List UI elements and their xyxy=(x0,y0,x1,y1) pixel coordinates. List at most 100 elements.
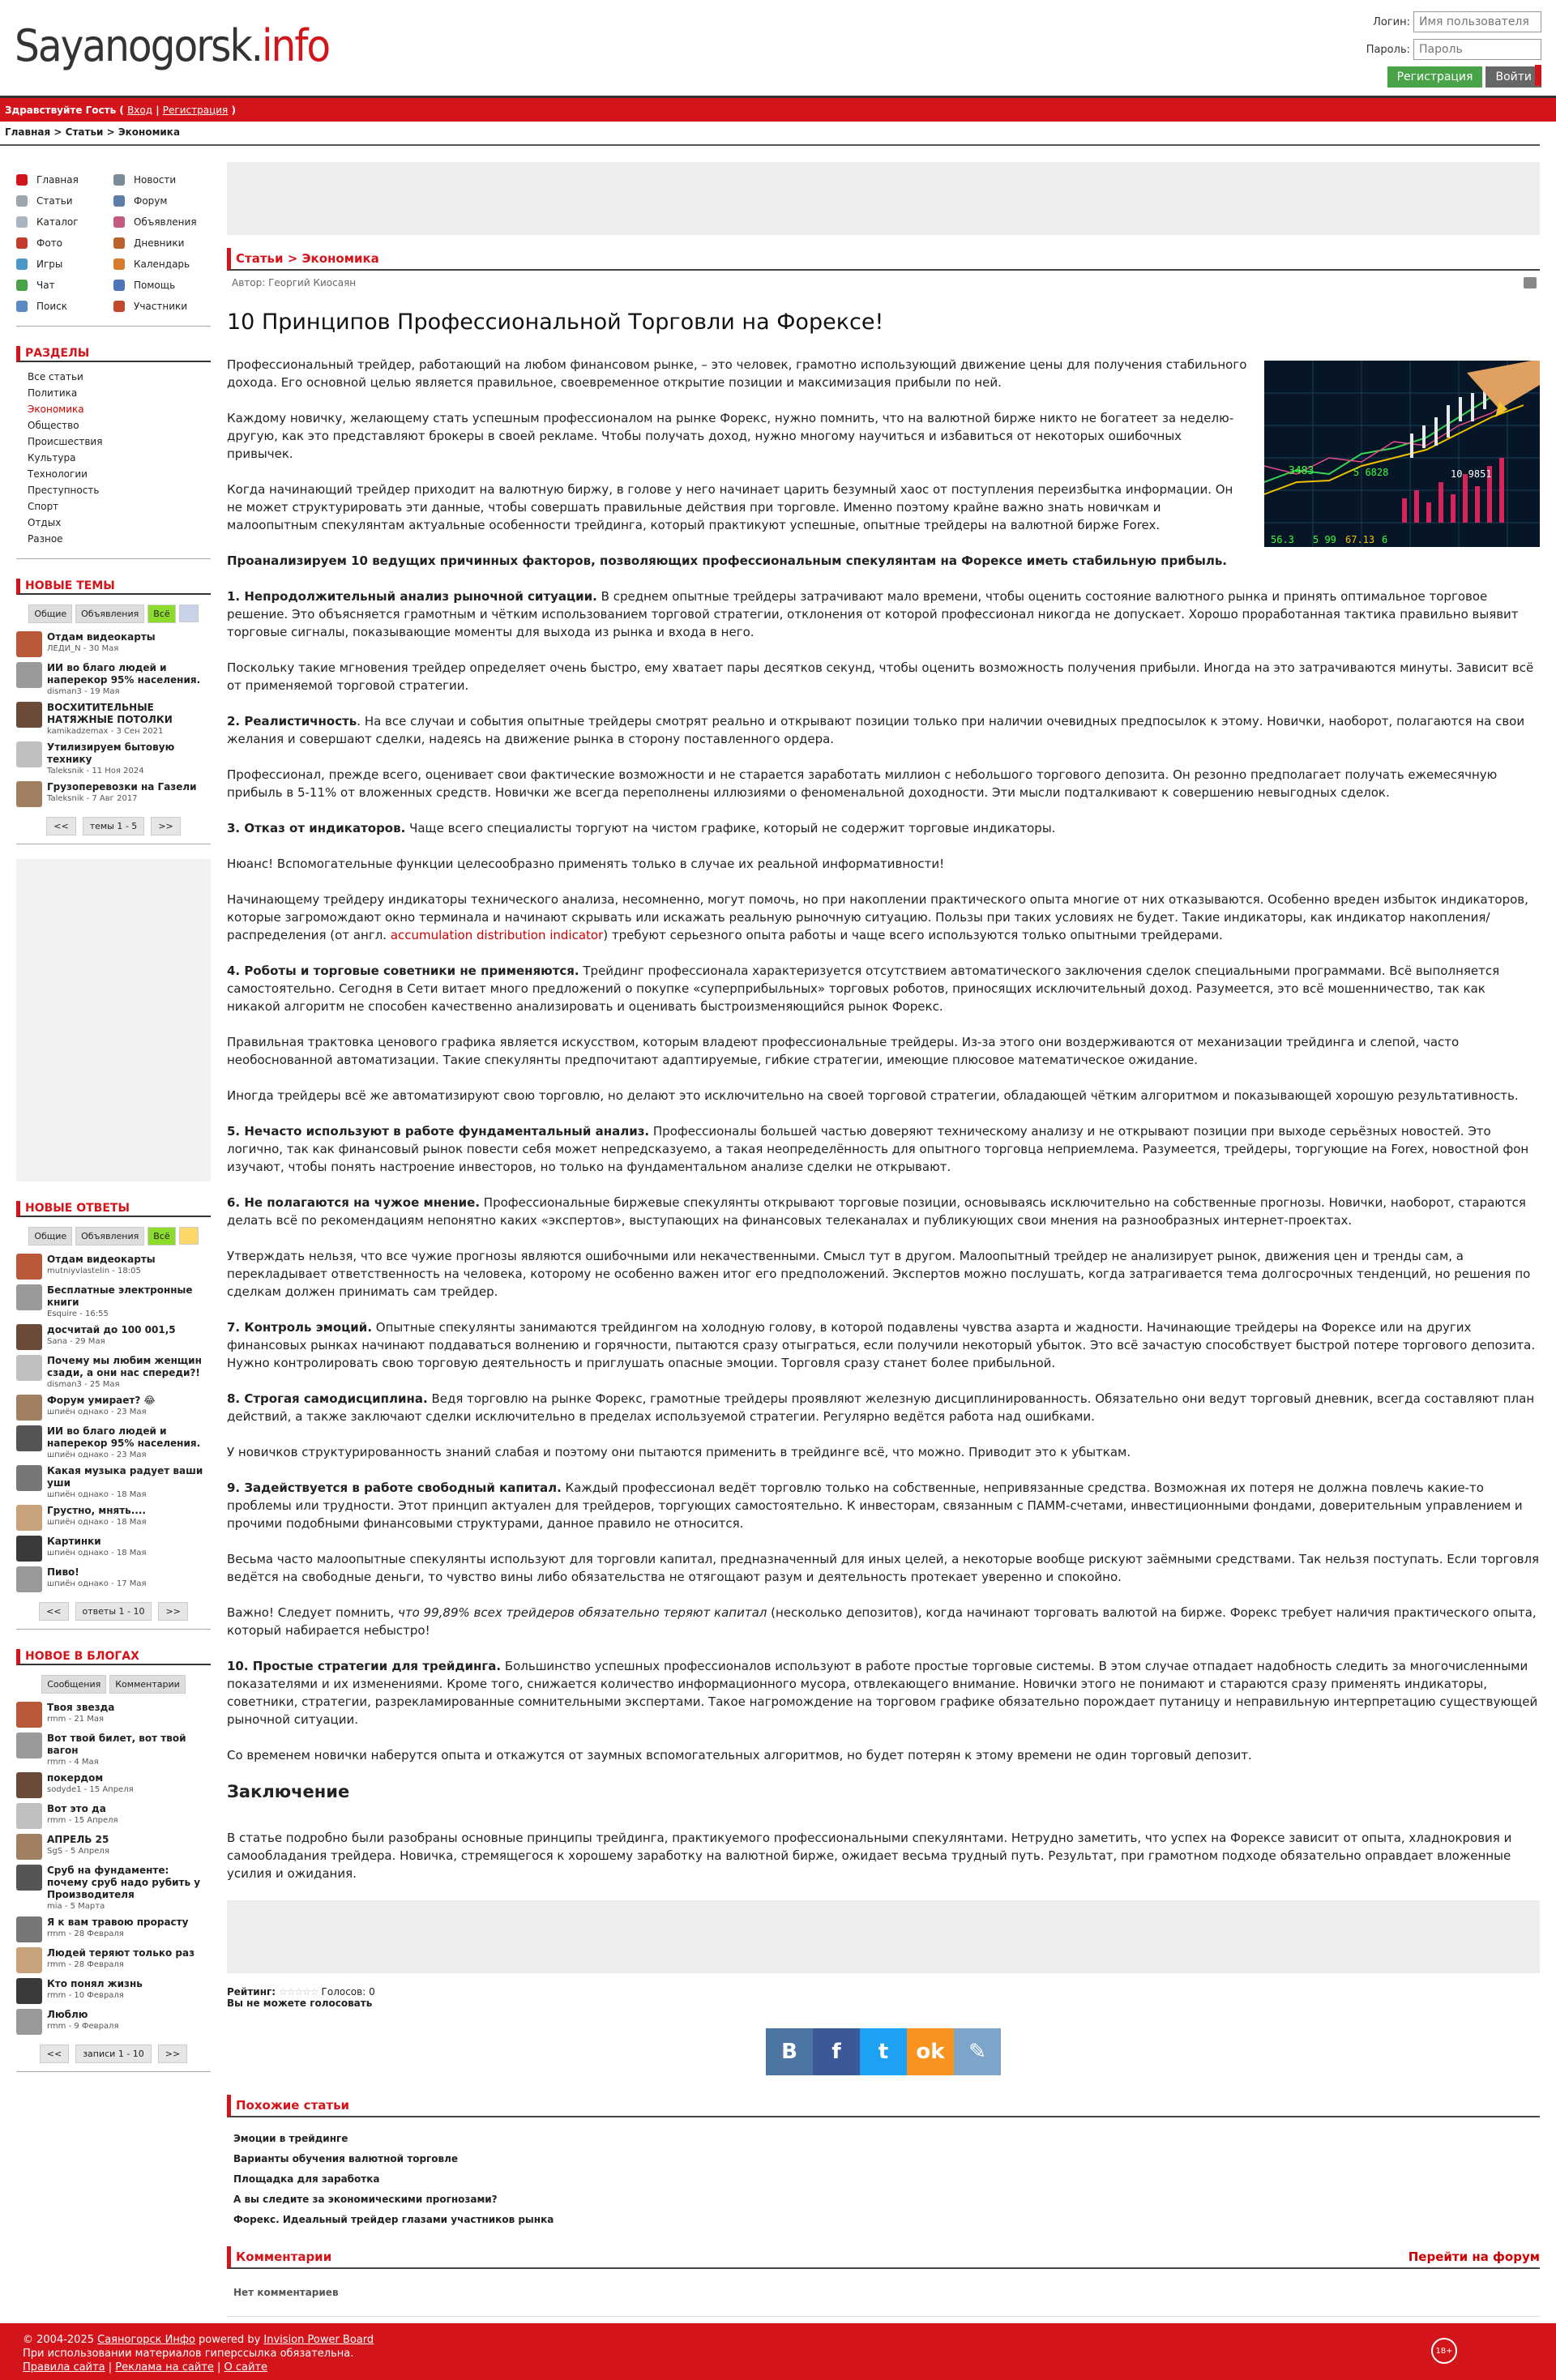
feed-item[interactable]: Грустно, мнять.... шпиён однако - 18 Мая xyxy=(16,1503,211,1534)
feed-item[interactable]: покердом sodyde1 - 15 Апреля xyxy=(16,1771,211,1801)
similar-article-link[interactable]: А вы следите за экономическими прогнозам… xyxy=(233,2190,1540,2210)
feed-item[interactable]: Пиво! шпиён однако - 17 Мая xyxy=(16,1565,211,1596)
feed-item[interactable]: ВОСХИТИТЕЛЬНЫЕ НАТЯЖНЫЕ ПОТОЛКИ kamikadze… xyxy=(16,700,211,740)
section-link[interactable]: Преступность xyxy=(28,482,211,498)
menu-item-11[interactable]: Помощь xyxy=(113,277,211,293)
tab-2[interactable]: Всё xyxy=(147,1227,176,1246)
tab-1[interactable]: Объявления xyxy=(75,1227,145,1246)
feed-item-title[interactable]: Отдам видеокарты xyxy=(47,1254,156,1266)
feed-item[interactable]: Форум умирает? 😂 шпиён однако - 23 Мая xyxy=(16,1393,211,1424)
section-link[interactable]: Разное xyxy=(28,531,211,547)
tab-1[interactable]: Объявления xyxy=(75,605,145,623)
menu-item-1[interactable]: Новости xyxy=(113,172,211,188)
feed-item[interactable]: Почему мы любим женщин сзади, а они нас … xyxy=(16,1353,211,1393)
facebook-icon[interactable]: f xyxy=(813,2028,860,2075)
tab-0[interactable]: Общие xyxy=(28,605,73,623)
feed-item[interactable]: Утилизируем бытовую технику Taleksnik - 1… xyxy=(16,740,211,780)
pager-next[interactable]: >> xyxy=(157,2045,188,2063)
feed-item-title[interactable]: Я к вам травою прорасту xyxy=(47,1916,188,1929)
site-logo[interactable]: Sayanogorsk.info xyxy=(15,18,331,75)
feed-item[interactable]: Людей теряют только раз rmm - 28 Февраля xyxy=(16,1946,211,1976)
feed-item-title[interactable]: Форум умирает? 😂 xyxy=(47,1395,156,1407)
feed-item-title[interactable]: Людей теряют только раз xyxy=(47,1947,194,1959)
feed-item-title[interactable]: Вот это да xyxy=(47,1803,118,1815)
tab-0[interactable]: Сообщения xyxy=(41,1675,107,1694)
feed-item[interactable]: Картинки шпиён однако - 18 Мая xyxy=(16,1534,211,1565)
livejournal-icon[interactable]: ✎ xyxy=(954,2028,1001,2075)
article-section-path[interactable]: Статьи > Экономика xyxy=(227,248,1540,271)
tab-1[interactable]: Комментарии xyxy=(109,1675,186,1694)
feed-item[interactable]: Какая музыка радует ваши уши шпиён однако… xyxy=(16,1463,211,1503)
feed-item[interactable]: ИИ во благо людей и наперекор 95% населе… xyxy=(16,1424,211,1463)
menu-item-7[interactable]: Дневники xyxy=(113,235,211,251)
print-icon[interactable] xyxy=(1524,277,1537,288)
user-filter-icon[interactable] xyxy=(178,605,199,622)
feed-item[interactable]: Сруб на фундаменте: почему сруб надо руб… xyxy=(16,1863,211,1915)
feed-item-title[interactable]: Картинки xyxy=(47,1536,147,1548)
feed-item[interactable]: досчитай до 100 001,5 Sana - 29 Мая xyxy=(16,1322,211,1353)
feed-item-title[interactable]: АПРЕЛЬ 25 xyxy=(47,1834,109,1846)
similar-article-link[interactable]: Варианты обучения валютной торговле xyxy=(233,2149,1540,2169)
similar-article-link[interactable]: Площадка для заработка xyxy=(233,2169,1540,2190)
menu-item-9[interactable]: Календарь xyxy=(113,256,211,272)
register-link[interactable]: Регистрация xyxy=(163,105,228,116)
breadcrumb[interactable]: Главная > Статьи > Экономика xyxy=(5,126,180,138)
rating-stars[interactable]: ☆☆☆☆☆ xyxy=(279,1986,319,1998)
footer-ads-link[interactable]: Реклама на сайте xyxy=(115,2361,214,2374)
tab-2[interactable]: Всё xyxy=(147,605,176,623)
menu-item-3[interactable]: Форум xyxy=(113,193,211,209)
twitter-icon[interactable]: t xyxy=(860,2028,907,2075)
favorite-star-icon[interactable] xyxy=(178,1227,199,1245)
section-link[interactable]: Политика xyxy=(28,385,211,401)
tab-0[interactable]: Общие xyxy=(28,1227,73,1246)
feed-item[interactable]: Грузоперевозки на Газели Taleksnik - 7 Ав… xyxy=(16,780,211,810)
indicator-link[interactable]: accumulation distribution indicator xyxy=(391,928,603,942)
feed-item-title[interactable]: Грузоперевозки на Газели xyxy=(47,781,197,793)
similar-article-link[interactable]: Форекс. Идеальный трейдер глазами участн… xyxy=(233,2210,1540,2230)
feed-item[interactable]: ИИ во благо людей и наперекор 95% населе… xyxy=(16,660,211,700)
pager-next[interactable]: >> xyxy=(158,1602,188,1621)
feed-item-title[interactable]: Пиво! xyxy=(47,1566,147,1579)
feed-item[interactable]: Вот твой билет, вот твой вагон rmm - 4 Ма… xyxy=(16,1731,211,1771)
feed-item[interactable]: АПРЕЛЬ 25 SgS - 5 Апреля xyxy=(16,1832,211,1863)
feed-item-title[interactable]: Утилизируем бытовую технику xyxy=(47,741,211,766)
login-button[interactable]: Войти xyxy=(1485,66,1541,88)
feed-item[interactable]: Твоя звезда rmm - 21 Мая xyxy=(16,1700,211,1731)
section-link[interactable]: Экономика xyxy=(28,401,211,417)
menu-item-2[interactable]: Статьи xyxy=(16,193,113,209)
menu-item-8[interactable]: Игры xyxy=(16,256,113,272)
section-link[interactable]: Культура xyxy=(28,450,211,466)
section-link[interactable]: Спорт xyxy=(28,498,211,515)
menu-item-5[interactable]: Объявления xyxy=(113,214,211,230)
feed-item-title[interactable]: покердом xyxy=(47,1772,134,1784)
section-link[interactable]: Все статьи xyxy=(28,369,211,385)
feed-item-title[interactable]: Сруб на фундаменте: почему сруб надо руб… xyxy=(47,1865,211,1901)
feed-item[interactable]: Кто понял жизнь rmm - 10 Февраля xyxy=(16,1976,211,2007)
footer-about-link[interactable]: О сайте xyxy=(224,2361,268,2374)
pager-prev[interactable]: << xyxy=(39,2045,70,2063)
pager-prev[interactable]: << xyxy=(39,1602,69,1621)
register-button[interactable]: Регистрация xyxy=(1387,66,1483,88)
feed-item-title[interactable]: Твоя звезда xyxy=(47,1702,114,1714)
password-input[interactable] xyxy=(1413,39,1541,60)
feed-item-title[interactable]: Вот твой билет, вот твой вагон xyxy=(47,1733,211,1757)
menu-item-4[interactable]: Каталог xyxy=(16,214,113,230)
feed-item[interactable]: Отдам видеокарты mutniyvlastelin - 18:05 xyxy=(16,1252,211,1283)
feed-item-title[interactable]: Люблю xyxy=(47,2009,118,2021)
similar-article-link[interactable]: Эмоции в трейдинге xyxy=(233,2129,1540,2149)
feed-item-title[interactable]: Какая музыка радует ваши уши xyxy=(47,1465,211,1489)
section-link[interactable]: Технологии xyxy=(28,466,211,482)
footer-rules-link[interactable]: Правила сайта xyxy=(23,2361,105,2374)
footer-ipb-link[interactable]: Invision Power Board xyxy=(263,2334,374,2346)
section-link[interactable]: Общество xyxy=(28,417,211,434)
odnoklassniki-icon[interactable]: ok xyxy=(907,2028,954,2075)
feed-item[interactable]: Я к вам травою прорасту rmm - 28 Февраля xyxy=(16,1915,211,1946)
section-link[interactable]: Происшествия xyxy=(28,434,211,450)
pager-prev[interactable]: << xyxy=(46,817,76,835)
menu-item-0[interactable]: Главная xyxy=(16,172,113,188)
feed-item-title[interactable]: Почему мы любим женщин сзади, а они нас … xyxy=(47,1355,211,1379)
section-link[interactable]: Отдых xyxy=(28,515,211,531)
feed-item-title[interactable]: Грустно, мнять.... xyxy=(47,1505,147,1517)
feed-item-title[interactable]: Бесплатные электронные книги xyxy=(47,1284,211,1309)
feed-item-title[interactable]: ВОСХИТИТЕЛЬНЫЕ НАТЯЖНЫЕ ПОТОЛКИ xyxy=(47,702,211,726)
